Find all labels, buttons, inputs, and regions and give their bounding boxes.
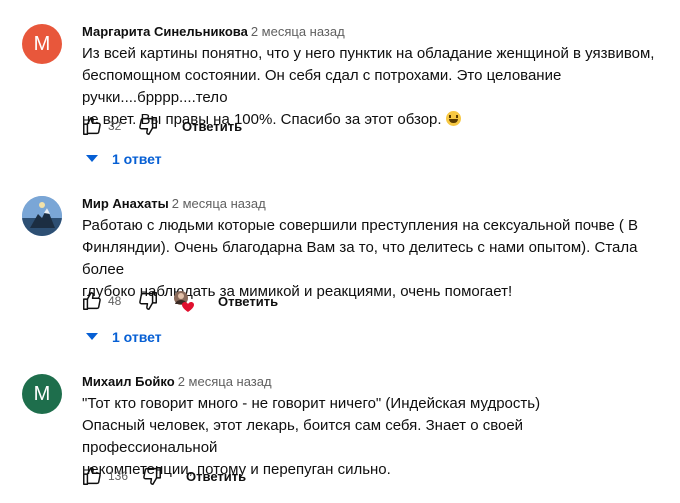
avatar[interactable] (22, 196, 62, 236)
thumb-up-icon (83, 292, 101, 310)
comment-line: Опасный человек, этот лекарь, боится сам… (82, 417, 524, 456)
view-replies-button[interactable]: 1 ответ (86, 329, 162, 345)
view-replies-button[interactable]: 1 ответ (86, 151, 162, 167)
author-name[interactable]: Маргарита Синельникова (82, 24, 248, 39)
replies-label: 1 ответ (112, 151, 162, 167)
dislike-button[interactable] (136, 289, 160, 313)
like-count: 32 (108, 119, 122, 133)
smile-emoji-icon (445, 111, 461, 126)
like-button[interactable] (80, 464, 104, 488)
comment-time[interactable]: 2 месяца назад (251, 24, 345, 39)
comment-actions: 32 Ответить (80, 114, 242, 138)
like-count: 136 (108, 469, 129, 483)
comment-line: Из всей картины понятно, что у него пунк… (82, 45, 655, 62)
comment-time[interactable]: 2 месяца назад (172, 196, 266, 211)
thumb-up-icon (83, 467, 101, 485)
reply-button[interactable]: Ответить (186, 469, 246, 484)
reply-button[interactable]: Ответить (218, 294, 278, 309)
comment-line: беспомощном состоянии. Он себя сдал с по… (82, 67, 562, 106)
thumb-down-icon (143, 467, 162, 485)
comment-actions: 48 Ответить (80, 289, 278, 313)
dislike-button[interactable] (140, 464, 164, 488)
dislike-button[interactable] (136, 114, 160, 138)
avatar[interactable]: М (22, 374, 62, 414)
comment-header: Маргарита Синельникова 2 месяца назад (82, 24, 345, 39)
comment-header: Михаил Бойко 2 месяца назад (82, 374, 272, 389)
thumb-down-icon (139, 292, 157, 310)
replies-label: 1 ответ (112, 329, 162, 345)
comment-line: Финляндии). Очень благодарна Вам за то, … (82, 239, 638, 278)
like-count: 48 (108, 294, 122, 308)
thumb-up-icon (83, 117, 101, 135)
like-button[interactable] (80, 289, 104, 313)
comment-header: Мир Анахаты 2 месяца назад (82, 196, 266, 211)
creator-heart-icon (172, 289, 196, 313)
author-name[interactable]: Михаил Бойко (82, 374, 175, 389)
avatar-image (22, 196, 62, 236)
comment-time[interactable]: 2 месяца назад (178, 374, 272, 389)
avatar[interactable]: М (22, 24, 62, 64)
comment-actions: 136 Ответить (80, 464, 246, 488)
avatar-letter: М (33, 32, 51, 55)
chevron-down-icon (86, 155, 98, 162)
thumb-down-icon (139, 117, 157, 135)
author-name[interactable]: Мир Анахаты (82, 196, 169, 211)
avatar-letter: М (33, 382, 51, 405)
comment-line: "Тот кто говорит много - не говорит ниче… (82, 395, 541, 412)
reply-button[interactable]: Ответить (182, 119, 242, 134)
comment-line: Работаю с людьми которые совершили прест… (82, 217, 639, 234)
chevron-down-icon (86, 333, 98, 340)
like-button[interactable] (80, 114, 104, 138)
